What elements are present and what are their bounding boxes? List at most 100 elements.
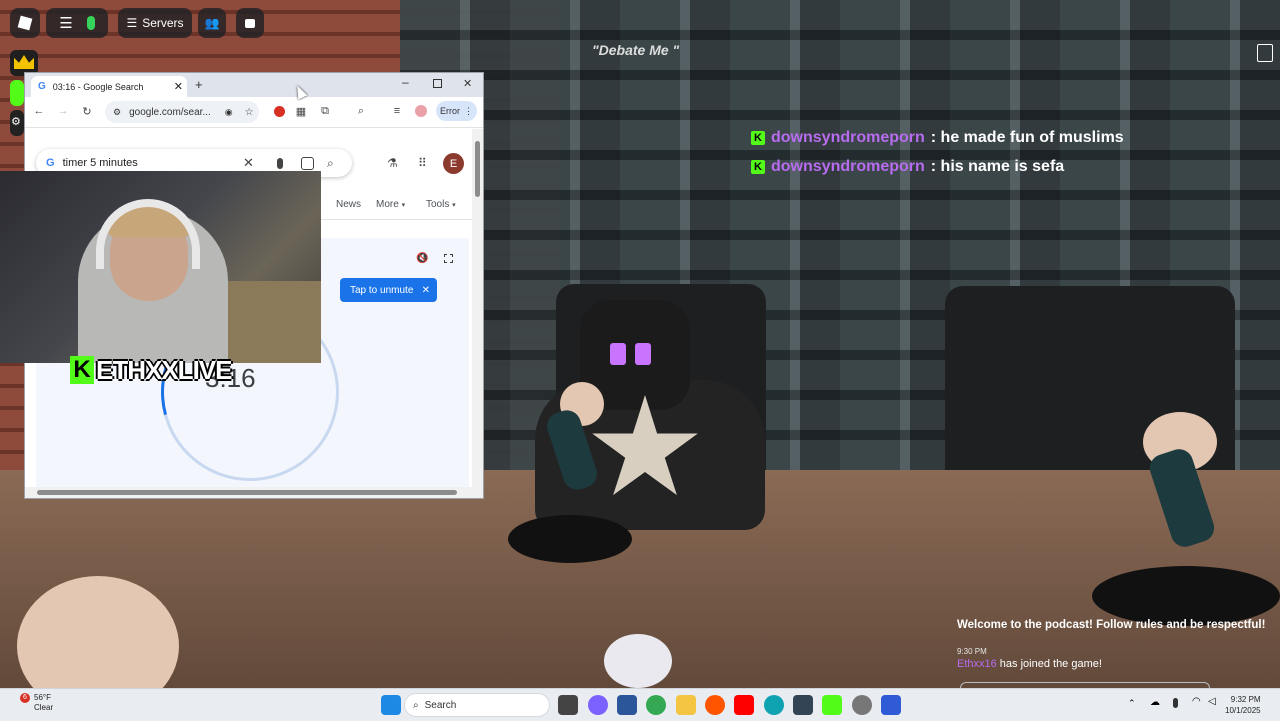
scroll-thumb[interactable]	[37, 490, 457, 495]
settings-gear-icon[interactable]	[852, 695, 872, 715]
chrome-toolbar: ← → ↻ ⚙ google.com/sear... ◉ ☆ ▦ ⧉ ⌕ ≡ E…	[25, 97, 483, 128]
player-avatar-bubble	[604, 634, 672, 688]
volume-icon[interactable]: ◁	[1208, 696, 1216, 707]
voice-search-icon[interactable]	[277, 157, 283, 169]
nav-tools[interactable]: Tools ▾	[426, 199, 456, 210]
side-green-button[interactable]	[10, 80, 24, 106]
labs-flask-icon[interactable]: ⚗	[387, 156, 398, 170]
reload-icon[interactable]: ↻	[77, 101, 97, 121]
chat-icon	[245, 18, 255, 28]
apps-grid-icon[interactable]: ⠿	[418, 156, 427, 170]
gear-icon: ⚙	[11, 116, 21, 128]
cloud-icon[interactable]: ☁	[1150, 697, 1160, 708]
copilot-icon[interactable]	[588, 695, 608, 715]
roblox-menu-button[interactable]	[10, 8, 40, 38]
clock-time: 9:32 PM	[1230, 695, 1261, 704]
app-icon[interactable]	[793, 695, 813, 715]
hamburger-mic-group[interactable]: ☰	[46, 8, 108, 38]
servers-button[interactable]: ☰ Servers	[118, 8, 192, 38]
kick-logo-icon: K	[70, 356, 94, 384]
hamburger-icon[interactable]: ☰	[59, 14, 72, 32]
location-icon[interactable]: ◉	[225, 107, 233, 118]
site-info-icon[interactable]: ⚙	[113, 107, 121, 118]
streamer-tag: K ETHXXLIVE	[70, 354, 232, 386]
clear-search-icon[interactable]: ✕	[243, 155, 254, 171]
chat-username: downsyndromeporn	[771, 129, 925, 146]
muted-speaker-icon[interactable]: 🔇	[416, 253, 428, 264]
chevron-up-icon[interactable]: ⌃	[1128, 698, 1136, 709]
character-eye-right	[635, 343, 651, 365]
nav-news[interactable]: News	[336, 199, 361, 210]
fullscreen-icon[interactable]	[444, 254, 453, 263]
side-settings-button[interactable]: ⚙	[10, 110, 24, 136]
task-view-icon[interactable]	[558, 695, 578, 715]
kebab-menu-icon: ⋮	[464, 105, 473, 116]
system-clock[interactable]: 9:32 PM 10/1/2025	[1225, 694, 1261, 716]
google-logo-icon: G	[46, 157, 55, 169]
kick-icon: K	[751, 160, 765, 174]
roblox-logo-icon	[17, 15, 33, 31]
bookmark-star-icon[interactable]: ☆	[245, 107, 254, 118]
soundcloud-icon[interactable]	[705, 695, 725, 715]
back-arrow-icon[interactable]: ←	[29, 101, 49, 121]
new-tab-icon[interactable]: +	[195, 77, 203, 92]
leaderboard-icon[interactable]	[1257, 44, 1273, 62]
profile-avatar-icon[interactable]	[411, 101, 431, 121]
close-tab-icon[interactable]: ✕	[174, 80, 183, 93]
reading-list-icon[interactable]: ≡	[387, 101, 407, 121]
search-icon[interactable]: ⌕	[327, 156, 334, 171]
maximize-icon[interactable]	[433, 79, 442, 88]
extension-store-icon[interactable]: ▦	[291, 101, 311, 121]
dismiss-icon[interactable]: ✕	[422, 285, 430, 296]
kick-icon: K	[751, 131, 765, 145]
chrome-icon[interactable]	[646, 695, 666, 715]
servers-label: Servers	[142, 16, 184, 30]
tab-google-search[interactable]: G 03:16 - Google Search ✕	[31, 76, 187, 97]
edge-icon[interactable]	[764, 695, 784, 715]
address-text: google.com/sear...	[129, 106, 211, 118]
tap-to-unmute-button[interactable]: Tap to unmute ✕	[340, 278, 437, 302]
chevron-down-icon: ▾	[452, 202, 456, 209]
youtube-icon[interactable]	[734, 695, 754, 715]
minimize-icon[interactable]: –	[402, 75, 409, 89]
address-bar[interactable]: ⚙ google.com/sear... ◉ ☆	[105, 101, 259, 123]
account-avatar[interactable]: E	[443, 153, 464, 174]
wifi-icon[interactable]: ◠	[1192, 696, 1201, 707]
scroll-thumb[interactable]	[475, 141, 480, 197]
microphone-icon[interactable]	[1173, 698, 1178, 708]
lens-icon[interactable]	[301, 156, 314, 170]
streamer-name: ETHXXLIVE	[96, 354, 232, 385]
windows-start-icon[interactable]	[381, 695, 401, 715]
kick-app-icon[interactable]	[822, 695, 842, 715]
clock-date: 10/1/2025	[1225, 706, 1261, 715]
crown-icon	[14, 55, 34, 69]
friends-button[interactable]: 👥	[198, 8, 226, 38]
chat-button[interactable]	[236, 8, 264, 38]
roblox-app-icon[interactable]	[881, 695, 901, 715]
weather-widget[interactable]: 6 56°F Clear	[16, 693, 53, 713]
close-window-icon[interactable]: ✕	[463, 77, 472, 90]
forward-arrow-icon[interactable]: →	[53, 101, 73, 121]
search-icon: ⌕	[413, 699, 419, 711]
servers-icon: ☰	[126, 16, 138, 30]
weather-badge: 6	[20, 693, 30, 703]
nav-more-label: More	[376, 199, 399, 210]
vertical-scrollbar[interactable]	[472, 129, 483, 498]
chevron-down-icon: ▾	[401, 202, 406, 209]
chat-message: K downsyndromeporn : his name is sefa	[751, 158, 1064, 176]
microphone-icon[interactable]	[86, 16, 95, 30]
taskbar-search[interactable]: ⌕ Search	[404, 693, 550, 717]
app-icon[interactable]	[617, 695, 637, 715]
extensions-puzzle-icon[interactable]: ⧉	[315, 101, 335, 121]
file-explorer-icon[interactable]	[676, 695, 696, 715]
extension-adblock-icon[interactable]	[269, 101, 289, 121]
horizontal-scrollbar[interactable]	[25, 487, 472, 498]
welcome-message: Welcome to the podcast! Follow rules and…	[957, 619, 1266, 631]
error-menu-button[interactable]: Error ⋮	[436, 101, 477, 121]
character-eye-left	[610, 343, 626, 365]
chat-text: : he made fun of muslims	[930, 129, 1124, 146]
taskbar-search-label: Search	[424, 699, 457, 711]
nav-more[interactable]: More ▾	[376, 199, 405, 210]
tab-search-icon[interactable]: ⌕	[351, 101, 371, 121]
webcam-overlay	[0, 171, 321, 363]
